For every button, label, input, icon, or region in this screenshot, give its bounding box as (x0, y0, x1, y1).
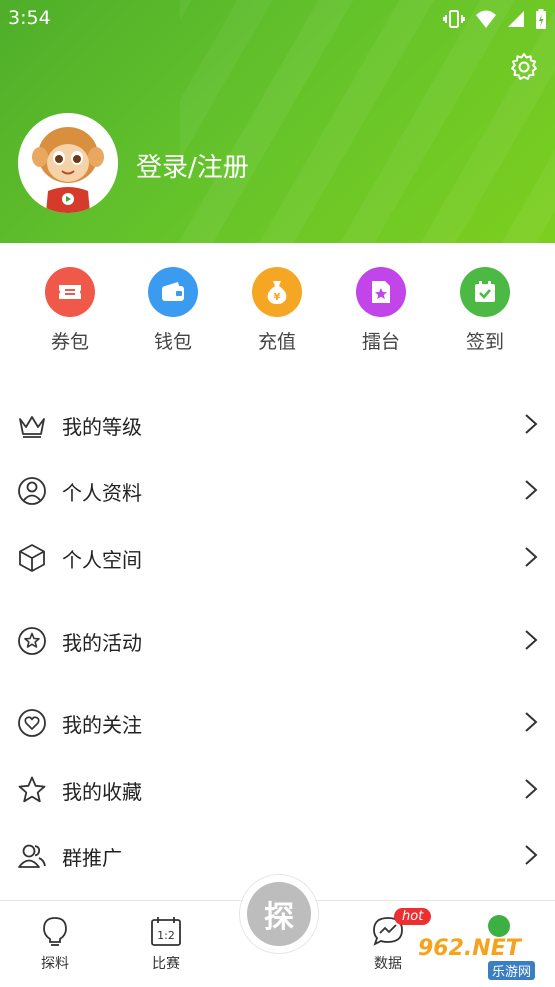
menu-item-follow[interactable]: 我的关注 (0, 692, 555, 752)
menu-item-favorite[interactable]: 我的收藏 (0, 759, 555, 819)
wifi-icon (476, 10, 496, 28)
wallet-icon (148, 267, 198, 317)
chevron-right-icon (525, 779, 538, 799)
status-bar: 3:54 (0, 0, 555, 38)
hot-badge: hot (394, 908, 432, 925)
quick-action-label: 充值 (257, 331, 296, 353)
menu-item-label: 我的活动 (62, 631, 142, 655)
tab-tanliao[interactable]: 探料 (20, 915, 90, 973)
quick-action-recharge[interactable]: ¥ 充值 (227, 267, 327, 354)
user-circle-icon (18, 477, 46, 505)
status-icons (443, 8, 547, 30)
star-circle-icon (18, 627, 46, 655)
calendar-check-icon (460, 267, 510, 317)
quick-action-label: 签到 (465, 331, 504, 353)
watermark-top: 962.NET (418, 936, 521, 961)
svg-text:¥: ¥ (274, 292, 281, 303)
menu-item-label: 我的关注 (62, 713, 142, 737)
cube-icon (19, 544, 45, 572)
quick-actions: 券包 钱包 ¥ 充值 擂台 签到 (0, 243, 555, 363)
menu-item-label: 个人资料 (62, 481, 142, 505)
signal-icon (508, 11, 524, 27)
chevron-right-icon (525, 845, 538, 865)
menu-item-label: 我的等级 (62, 415, 142, 439)
profile-header: 3:54 登录/注册 (0, 0, 555, 243)
menu-item-label: 我的收藏 (62, 780, 142, 804)
battery-icon (536, 9, 546, 29)
status-time: 3:54 (8, 7, 51, 29)
quick-action-label: 钱包 (153, 331, 192, 353)
money-bag-icon: ¥ (252, 267, 302, 317)
card-star-icon (356, 267, 406, 317)
heart-circle-icon (18, 709, 46, 737)
chevron-right-icon (525, 630, 538, 650)
avatar[interactable] (18, 113, 118, 213)
menu-item-label: 群推广 (62, 846, 122, 870)
chevron-right-icon (525, 414, 538, 434)
crown-icon (19, 416, 45, 438)
gear-icon (511, 53, 537, 80)
green-dot-icon[interactable] (488, 915, 510, 937)
svg-text:1:2: 1:2 (157, 929, 175, 942)
lightbulb-icon (43, 917, 67, 946)
tab-label: 探料 (41, 956, 69, 972)
ticket-icon (45, 267, 95, 317)
users-icon (18, 844, 46, 868)
tab-label: 比赛 (152, 956, 180, 972)
chevron-right-icon (525, 480, 538, 500)
menu-item-profile[interactable]: 个人资料 (0, 460, 555, 520)
monkey-avatar-icon (18, 113, 118, 213)
chevron-right-icon (525, 712, 538, 732)
menu-item-space[interactable]: 个人空间 (0, 527, 555, 587)
quick-action-checkin[interactable]: 签到 (435, 267, 535, 354)
star-icon (18, 776, 46, 803)
quick-action-label: 擂台 (361, 331, 400, 353)
chevron-right-icon (525, 547, 538, 567)
tab-label: 数据 (374, 956, 402, 972)
scoreboard-icon: 1:2 (151, 917, 181, 946)
center-explore-button[interactable]: 探 (239, 874, 319, 954)
vibrate-icon (443, 10, 465, 28)
quick-action-wallet[interactable]: 钱包 (123, 267, 223, 354)
menu-item-label: 个人空间 (62, 548, 142, 572)
login-register-link[interactable]: 登录/注册 (136, 147, 249, 184)
quick-action-arena[interactable]: 擂台 (331, 267, 431, 354)
quick-action-coupon[interactable]: 券包 (20, 267, 120, 354)
center-explore-label: 探 (247, 882, 311, 946)
watermark-logo: 962.NET 乐游网 (418, 936, 552, 982)
menu-item-level[interactable]: 我的等级 (0, 394, 555, 454)
settings-button[interactable] (509, 52, 539, 82)
quick-action-label: 券包 (50, 331, 89, 353)
menu-item-activity[interactable]: 我的活动 (0, 610, 555, 670)
watermark-bottom: 乐游网 (488, 961, 536, 980)
tab-bisai[interactable]: 1:2 比赛 (131, 915, 201, 973)
